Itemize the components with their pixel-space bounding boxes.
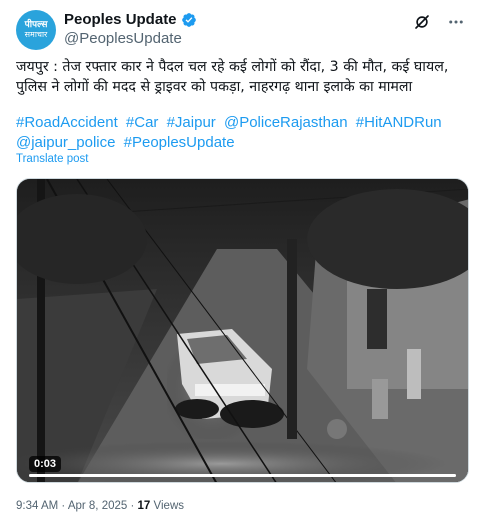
grok-icon[interactable] [412,12,432,32]
author-display-name-text: Peoples Update [64,11,177,28]
video-duration: 0:03 [29,456,62,472]
mention-link[interactable]: @PoliceRajasthan [224,114,348,131]
avatar-text-line1: पीपल्स [24,20,48,30]
hashtag-link[interactable]: #PeoplesUpdate [124,134,235,151]
post-header: पीपल्स समाचार Peoples Update @PeoplesUpd… [16,10,466,50]
meta-separator: · [61,500,66,512]
hashtag-link[interactable]: #RoadAccident [16,114,118,131]
post-text: जयपुर : तेज रफ्तार कार ने पैदल चल रहे कई… [16,59,449,95]
video-progress-bar[interactable] [29,474,456,477]
translate-post-link[interactable]: Translate post [16,153,88,165]
post-time[interactable]: 9:34 AM [16,500,58,512]
views-count: 17 [137,500,151,512]
post-hashtags: #RoadAccident #Car #Jaipur @PoliceRajast… [16,113,462,153]
video-player[interactable]: 0:03 [16,178,469,483]
post-meta: 9:34 AM · Apr 8, 2025 · 17 Views [16,500,184,512]
avatar[interactable]: पीपल्स समाचार [16,10,56,50]
meta-separator: · [130,500,135,512]
post-card: पीपल्स समाचार Peoples Update @PeoplesUpd… [0,0,478,527]
video-progress-fill [29,474,456,477]
author-display-name[interactable]: Peoples Update [64,10,197,29]
hashtag-link[interactable]: #Car [126,114,159,131]
avatar-text-line2: समाचार [24,30,48,39]
hashtag-link[interactable]: #Jaipur [167,114,216,131]
verified-badge-icon [181,12,196,27]
video-frame [17,179,468,482]
more-icon[interactable] [446,12,466,32]
post-date[interactable]: Apr 8, 2025 [68,500,127,512]
post-actions [412,12,466,32]
author-names: Peoples Update @PeoplesUpdate [64,10,197,48]
views-label: Views [153,500,184,512]
author-handle[interactable]: @PeoplesUpdate [64,29,197,48]
mention-link[interactable]: @jaipur_police [16,134,115,151]
hashtag-link[interactable]: #HitANDRun [356,114,442,131]
